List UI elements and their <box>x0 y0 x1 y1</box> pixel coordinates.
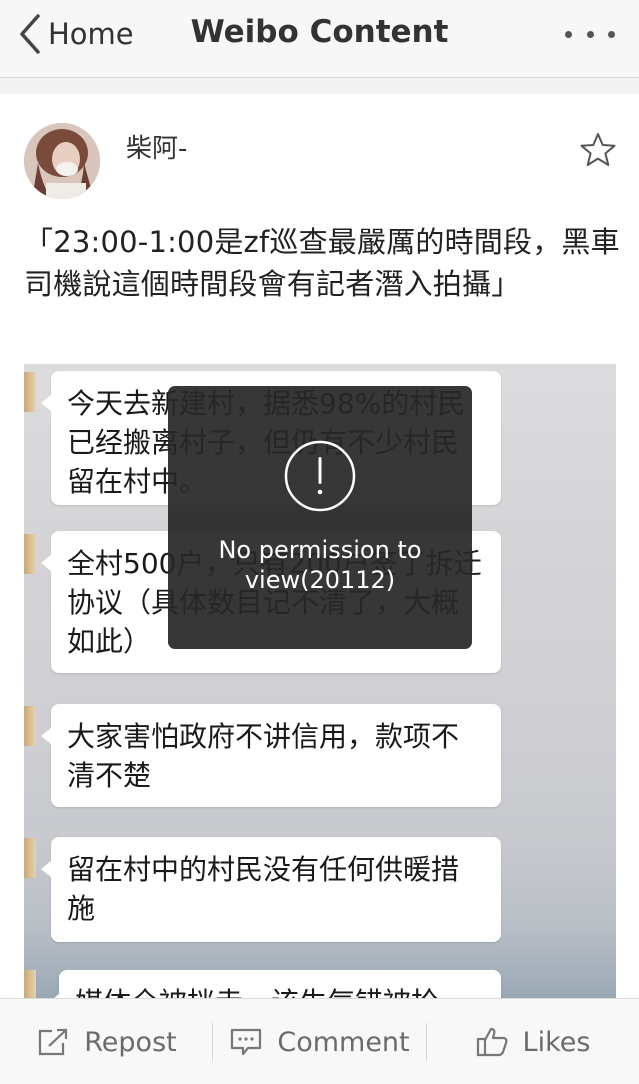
thumbs-up-icon <box>476 1027 508 1057</box>
comment-label: Comment <box>277 1026 410 1058</box>
chat-bubble: 留在村中的村民没有任何供暖措施 <box>41 837 501 942</box>
more-dot-icon <box>565 30 572 38</box>
post-text: 「23:00-1:00是zf巡查最嚴厲的時間段，黑車司機說這個時間段會有記者潛入… <box>24 225 620 301</box>
back-button-label: Home <box>48 17 134 51</box>
navigation-bar: Home Weibo Content <box>0 0 639 78</box>
toast-message: No permission to view(20112) <box>218 536 422 594</box>
image-edge-strip <box>24 372 36 412</box>
avatar-photo <box>24 123 100 199</box>
repost-icon <box>39 1028 68 1056</box>
repost-label: Repost <box>84 1026 177 1058</box>
likes-button[interactable]: Likes <box>426 999 639 1084</box>
action-bar: Repost Comment Likes <box>0 998 639 1084</box>
more-options-button[interactable] <box>565 22 615 46</box>
back-button[interactable]: Home <box>18 12 134 56</box>
more-dot-icon <box>608 30 615 38</box>
likes-label: Likes <box>522 1026 591 1058</box>
username[interactable]: 柴阿- <box>126 128 187 165</box>
image-edge-strip <box>24 706 36 746</box>
permission-toast: No permission to view(20112) <box>168 386 472 649</box>
favorite-star-button[interactable] <box>578 130 618 170</box>
image-edge-strip <box>24 970 36 1000</box>
comment-icon <box>231 1028 262 1056</box>
chevron-left-icon <box>20 14 40 54</box>
exclamation-circle-icon <box>284 440 356 512</box>
image-edge-strip <box>24 838 36 878</box>
repost-button[interactable]: Repost <box>0 999 213 1084</box>
star-icon <box>580 133 616 166</box>
more-dot-icon <box>586 30 594 38</box>
comment-button[interactable]: Comment <box>213 999 426 1084</box>
chat-bubble: 媒体全被挡走，该生气错被抢 <box>49 970 501 1000</box>
chat-bubble: 大家害怕政府不讲信用，款项不清不楚 <box>41 704 501 807</box>
avatar[interactable] <box>24 123 100 199</box>
image-edge-strip <box>24 534 36 574</box>
